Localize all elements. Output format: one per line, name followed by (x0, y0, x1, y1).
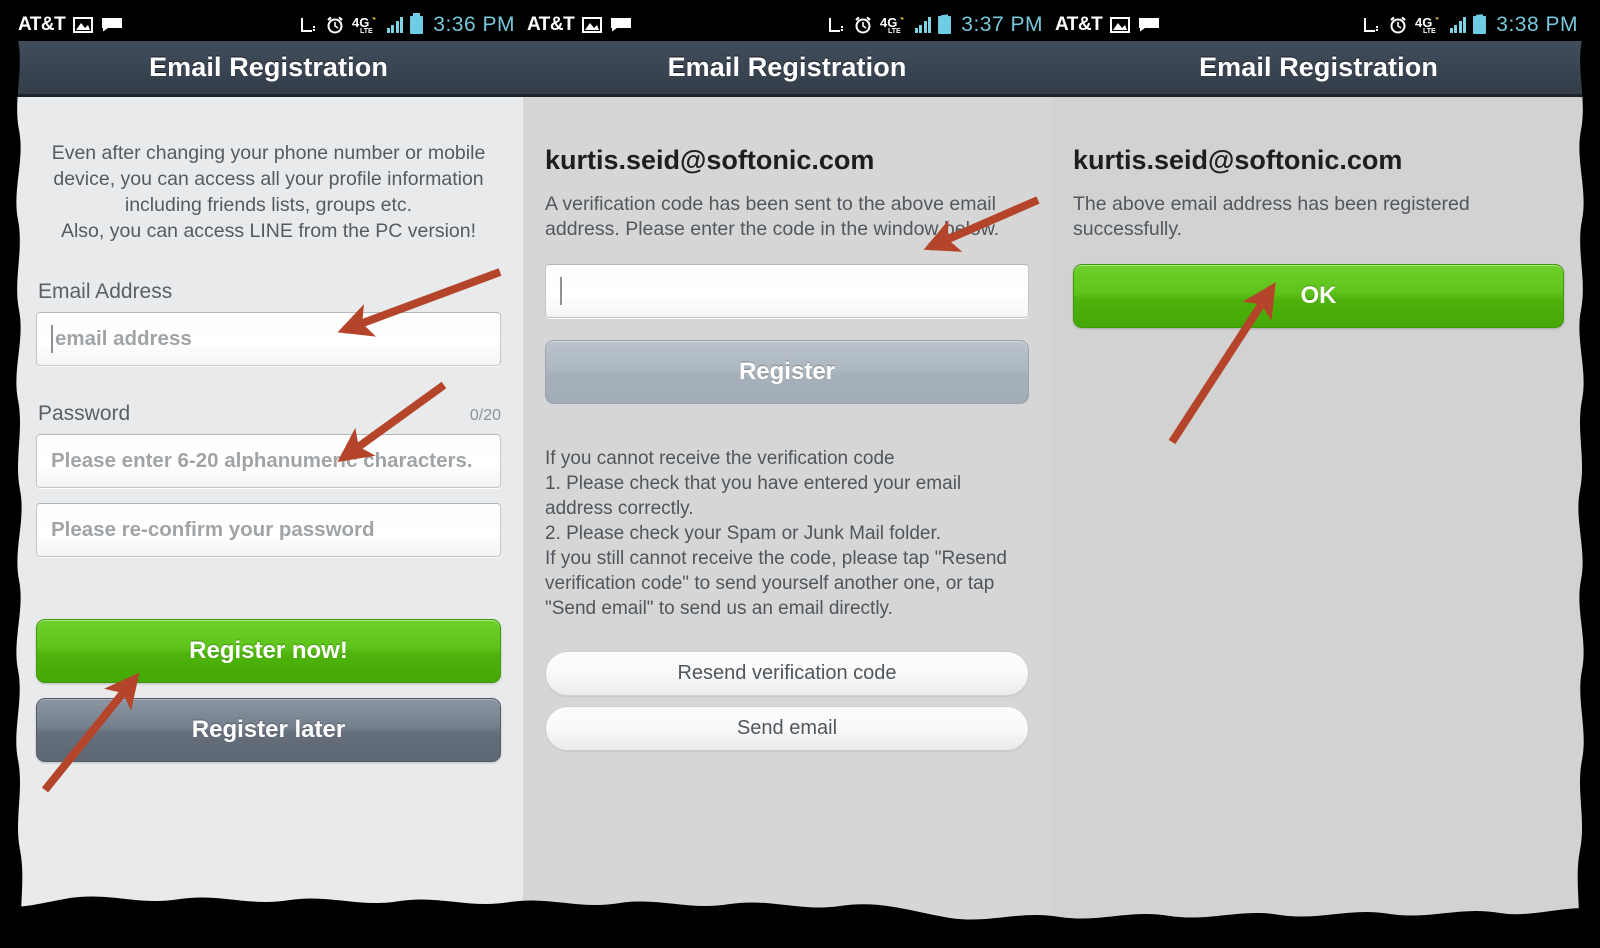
message-icon (611, 18, 632, 32)
4g-lte-icon: 4GLTE (880, 15, 904, 34)
screen-body-2: kurtis.seid@softonic.com A verification … (523, 97, 1051, 920)
spacer-a (545, 242, 1029, 264)
frame-bottom-edge (0, 920, 1600, 948)
password-char-counter: 0/20 (469, 407, 501, 424)
text-caret (51, 325, 53, 353)
4g-lte-icon: 4GLTE (1415, 15, 1439, 34)
email-address-input[interactable]: email address (36, 312, 501, 366)
spacer-c (545, 621, 1029, 651)
password-placeholder: Please enter 6-20 alphanumeric character… (51, 449, 473, 472)
page-title-3: Email Registration (1199, 52, 1438, 82)
app-title-bar-3: Email Registration (1051, 41, 1586, 97)
verification-instructions: A verification code has been sent to the… (545, 193, 1000, 240)
success-message: The above email address has been registe… (1073, 193, 1470, 240)
clock-3: 3:38 PM (1496, 12, 1578, 36)
text-caret (560, 277, 562, 305)
alarm-clock-icon (1390, 16, 1406, 33)
android-status-bar-1: AT&T 4G LTE 3:36 PM (14, 8, 523, 41)
intro-text: Even after changing your phone number or… (51, 142, 486, 242)
spacer-d (1073, 242, 1564, 264)
status-right-group-2: 4G LTE 3:37 PM (828, 12, 1043, 37)
android-status-bar-3: AT&T 4G LTE 3:38 PM (1051, 8, 1586, 41)
screenshot-stage: AT&T 4G LTE 3:36 PM Email Registration Ev… (0, 0, 1600, 948)
screen-body-1: Even after changing your phone number or… (14, 97, 523, 920)
ok-button[interactable]: OK (1073, 264, 1564, 328)
sim-card-icon (300, 17, 315, 32)
message-icon (1139, 18, 1160, 32)
form-spacer-2 (36, 597, 501, 619)
password-confirm-placeholder: Please re-confirm your password (51, 518, 375, 541)
phone-screens-row: AT&T 4G LTE 3:36 PM Email Registration Ev… (14, 8, 1586, 920)
registered-email-2: kurtis.seid@softonic.com (545, 145, 875, 175)
carrier-label-2: AT&T (527, 13, 575, 35)
battery-icon (1473, 12, 1487, 34)
verification-help-text: If you cannot receive the verification c… (545, 448, 1007, 619)
screen-registration-form: AT&T 4G LTE 3:36 PM Email Registration Ev… (14, 8, 523, 920)
clock-1: 3:36 PM (433, 12, 515, 36)
register-now-button[interactable]: Register now! (36, 619, 501, 683)
battery-icon (938, 12, 952, 34)
password-input[interactable]: Please enter 6-20 alphanumeric character… (36, 434, 501, 488)
send-email-button[interactable]: Send email (545, 706, 1029, 751)
signal-bars-icon (1449, 16, 1467, 33)
signal-bars-icon (914, 16, 932, 33)
gallery-icon (73, 16, 94, 33)
registered-email-3: kurtis.seid@softonic.com (1073, 145, 1403, 175)
frame-top-edge (0, 0, 1600, 8)
clock-2: 3:37 PM (961, 12, 1043, 36)
page-title-2: Email Registration (667, 52, 907, 82)
resend-verification-code-button[interactable]: Resend verification code (545, 651, 1029, 696)
screen-verification-code: AT&T 4G LTE 3:37 PM Email Registration ku… (523, 8, 1051, 920)
password-confirm-input[interactable]: Please re-confirm your password (36, 503, 501, 557)
signal-bars-icon (386, 16, 404, 33)
alarm-clock-icon (327, 16, 343, 33)
spacer-b (545, 318, 1029, 340)
screen-registration-success: AT&T 4G LTE 3:38 PM Email Registration ku… (1051, 8, 1586, 920)
sim-card-icon (828, 17, 843, 32)
page-title-1: Email Registration (149, 52, 388, 82)
svg-text:LTE: LTE (360, 28, 373, 34)
battery-icon (410, 12, 424, 34)
register-later-button[interactable]: Register later (36, 698, 501, 762)
status-right-group-1: 4G LTE 3:36 PM (300, 12, 515, 37)
gallery-icon (1110, 16, 1131, 33)
android-status-bar-2: AT&T 4G LTE 3:37 PM (523, 8, 1051, 41)
carrier-label-3: AT&T (1055, 13, 1103, 35)
email-address-label: Email Address (38, 280, 173, 303)
app-title-bar-1: Email Registration (14, 41, 523, 97)
screen-body-3: kurtis.seid@softonic.com The above email… (1051, 97, 1586, 920)
form-spacer (36, 557, 501, 597)
carrier-label-1: AT&T (18, 13, 66, 35)
message-icon (102, 18, 123, 32)
email-address-placeholder: email address (55, 327, 192, 350)
register-button[interactable]: Register (545, 340, 1029, 404)
status-left-group-2: AT&T (527, 14, 632, 36)
svg-text:LTE: LTE (888, 28, 901, 34)
gallery-icon (582, 16, 603, 33)
alarm-clock-icon (855, 16, 871, 33)
status-right-group-3: 4G LTE 3:38 PM (1363, 12, 1578, 37)
app-title-bar-2: Email Registration (523, 41, 1051, 97)
password-label: Password (38, 402, 131, 425)
sim-card-icon (1363, 17, 1378, 32)
frame-right-edge (1586, 0, 1600, 948)
status-left-group: AT&T (18, 14, 123, 36)
status-left-group-3: AT&T (1055, 14, 1160, 36)
4g-lte-icon: 4GLTE (352, 15, 376, 34)
verification-code-input[interactable] (545, 264, 1029, 318)
svg-text:LTE: LTE (1423, 28, 1436, 34)
password-label-row: Password 0/20 (38, 402, 501, 426)
email-address-label-row: Email Address (38, 280, 501, 304)
